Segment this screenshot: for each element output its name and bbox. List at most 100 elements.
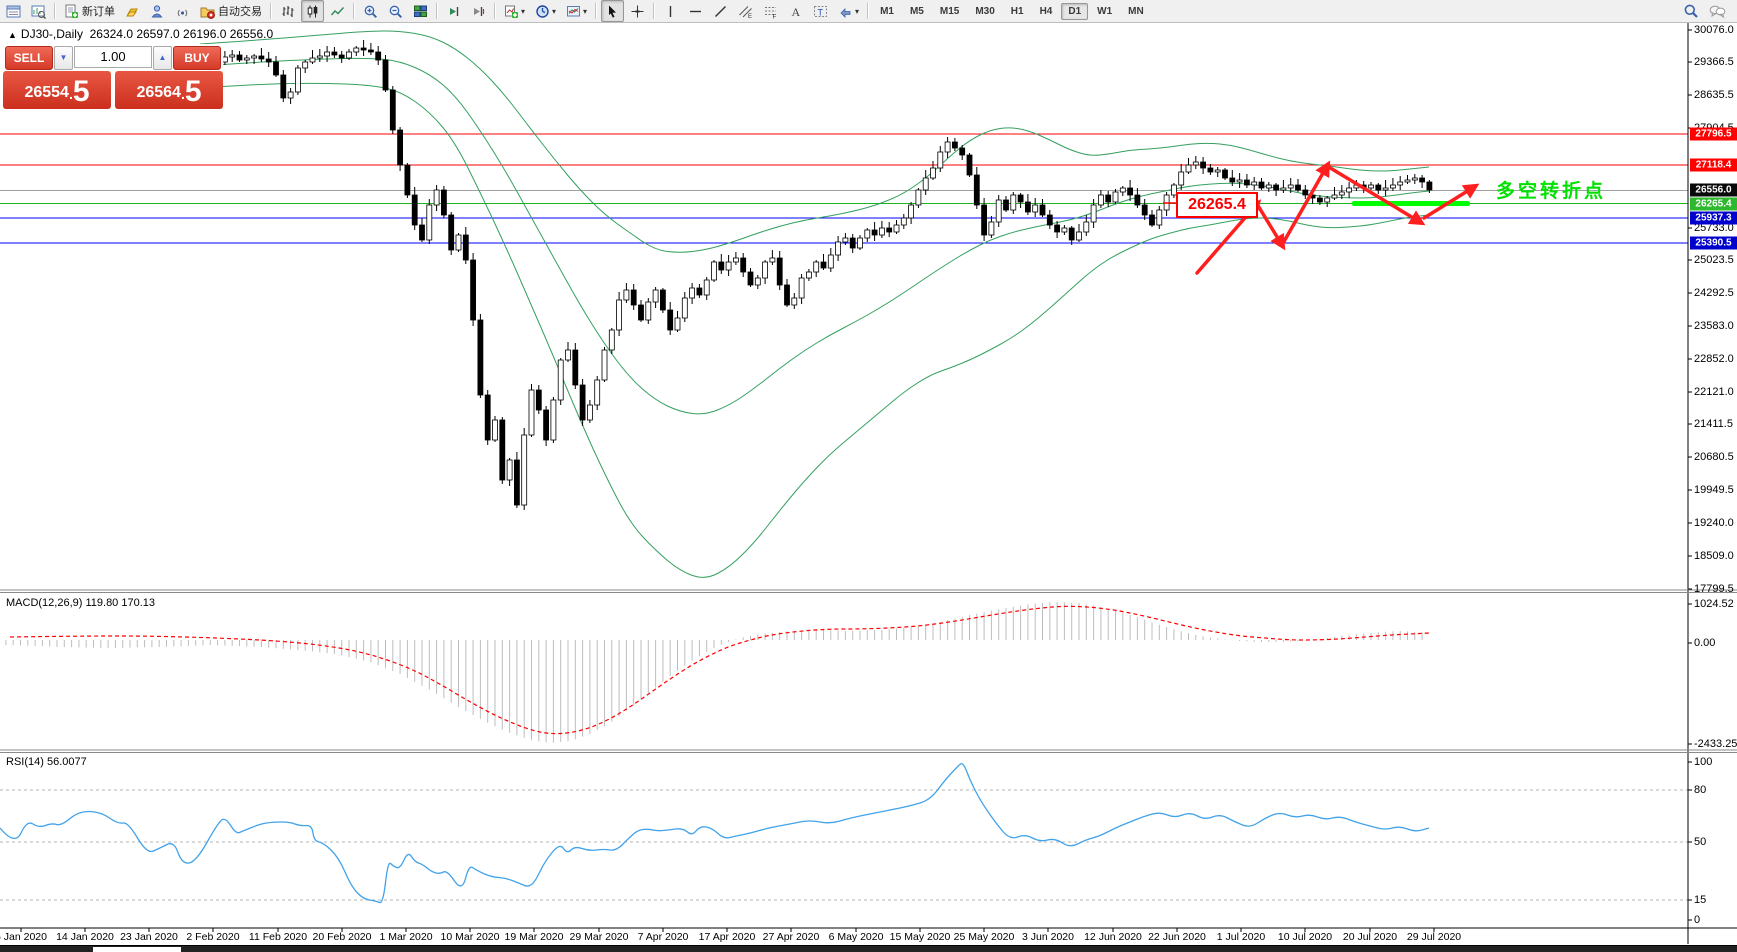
expert-advisors-icon[interactable]	[146, 0, 169, 22]
market-depth-icon[interactable]	[121, 0, 144, 22]
chart-canvas[interactable]	[0, 0, 1737, 952]
timeframe-h4-button[interactable]: H4	[1033, 3, 1060, 20]
timeframe-m1-button[interactable]: M1	[873, 3, 901, 20]
rsi-tick-label: 15	[1694, 894, 1706, 906]
chart-shift-button[interactable]	[467, 0, 490, 22]
price-badge: 25937.3	[1690, 212, 1737, 225]
signals-icon[interactable]	[171, 0, 194, 22]
date-tick-label: 29 Mar 2020	[570, 931, 629, 943]
timeframe-h1-button[interactable]: H1	[1004, 3, 1031, 20]
fibo-icon: F	[763, 4, 778, 19]
profiles-window-icon[interactable]	[2, 0, 25, 22]
toolbar-separator	[494, 3, 496, 19]
price-tick-label: 23583.0	[1694, 320, 1734, 332]
date-tick-label: 1 Mar 2020	[379, 931, 432, 943]
date-tick-label: 6 Jan 2020	[0, 931, 47, 943]
equidistant-channel-tool[interactable]: E	[734, 0, 757, 22]
chat-icon[interactable]	[1705, 0, 1730, 22]
date-tick-label: 29 Jul 2020	[1407, 931, 1461, 943]
chart-title: ▲DJ30-,Daily 26324.0 26597.0 26196.0 265…	[8, 27, 273, 41]
date-tick-label: 19 Mar 2020	[505, 931, 564, 943]
autotrading-button[interactable]: 自动交易	[196, 0, 266, 22]
textlabel-icon: T	[813, 4, 828, 19]
templates-button[interactable]: ▾	[562, 0, 591, 22]
date-tick-label: 1 Jul 2020	[1217, 931, 1265, 943]
text-label-tool[interactable]: T	[809, 0, 832, 22]
dropdown-caret-icon[interactable]: ▾	[583, 7, 587, 16]
crosshair-icon	[630, 4, 645, 19]
auto-scroll-button[interactable]	[442, 0, 465, 22]
timeframe-w1-button[interactable]: W1	[1090, 3, 1119, 20]
macd-tick-label: 0.00	[1694, 637, 1715, 649]
toolbar-separator	[595, 3, 597, 19]
new-chart-icon[interactable]	[27, 0, 50, 22]
sell-price-int: 26554	[24, 80, 69, 106]
toolbar-separator	[653, 3, 655, 19]
timeframe-mn-button[interactable]: MN	[1121, 3, 1151, 20]
candlestick-chart-button[interactable]	[301, 0, 324, 22]
dropdown-caret-icon[interactable]: ▾	[521, 7, 525, 16]
crosshair-tool-button[interactable]	[626, 0, 649, 22]
clock-icon	[535, 4, 550, 19]
svg-text:A: A	[792, 5, 801, 19]
volume-input[interactable]: 1.00	[74, 46, 152, 68]
sell-button[interactable]: SELL	[5, 46, 53, 70]
svg-text:F: F	[773, 14, 777, 19]
date-tick-label: 27 Apr 2020	[763, 931, 820, 943]
price-tick-label: 22852.0	[1694, 353, 1734, 365]
search-icon[interactable]	[1679, 0, 1703, 22]
indicators-button[interactable]: ▾	[500, 0, 529, 22]
date-tick-label: 17 Apr 2020	[699, 931, 756, 943]
vertical-line-tool[interactable]	[659, 0, 682, 22]
symbol-period-label: DJ30-,Daily	[21, 27, 83, 41]
horizontal-line-tool[interactable]	[684, 0, 707, 22]
tile-windows-button[interactable]	[409, 0, 432, 22]
price-tick-label: 17799.5	[1694, 583, 1734, 595]
price-badge: 27118.4	[1690, 159, 1737, 172]
line-chart-button[interactable]	[326, 0, 349, 22]
price-badge: 26265.4	[1690, 198, 1737, 211]
mt4-window: 新订单 自动交易 ▾ ▾ ▾ E F AT ▾ M1M5M15M30H1H4D1W1MN ▲ DJ3…	[0, 0, 1737, 952]
zoomin-icon	[363, 4, 378, 19]
timeframe-m5-button[interactable]: M5	[903, 3, 931, 20]
zoom-out-button[interactable]	[384, 0, 407, 22]
sell-price-dec: 5	[73, 78, 90, 106]
volume-up-stepper[interactable]: ▲	[153, 46, 172, 70]
scrollbar-thumb[interactable]	[93, 947, 181, 952]
date-tick-label: 14 Jan 2020	[56, 931, 114, 943]
gold-icon	[125, 4, 140, 19]
autoscroll-icon	[446, 4, 461, 19]
buy-button[interactable]: BUY	[173, 46, 221, 70]
macd-indicator-label: MACD(12,26,9) 119.80 170.13	[6, 597, 155, 609]
horizontal-scrollbar[interactable]	[0, 945, 1737, 952]
tiles-icon	[413, 4, 428, 19]
timeframe-m15-button[interactable]: M15	[933, 3, 966, 20]
autotrading-button-label: 自动交易	[218, 3, 262, 19]
text-tool[interactable]: A	[784, 0, 807, 22]
sell-price-button[interactable]: 26554 . 5	[3, 71, 111, 109]
linechart-icon	[330, 4, 345, 19]
toolbar-separator	[54, 3, 56, 19]
new-order-button[interactable]: 新订单	[60, 0, 119, 22]
trendline-tool[interactable]	[709, 0, 732, 22]
periods-button[interactable]: ▾	[531, 0, 560, 22]
buy-price-button[interactable]: 26564 . 5	[115, 71, 223, 109]
price-tick-label: 29366.5	[1694, 56, 1734, 68]
arrows-tool[interactable]: ▾	[834, 0, 863, 22]
volume-down-stepper[interactable]: ▼	[54, 46, 73, 70]
date-tick-label: 20 Feb 2020	[313, 931, 372, 943]
cursor-tool-button[interactable]	[601, 0, 624, 22]
trend-icon	[713, 4, 728, 19]
buy-price-int: 26564	[136, 80, 181, 106]
timeframe-m30-button[interactable]: M30	[968, 3, 1001, 20]
dropdown-caret-icon[interactable]: ▾	[552, 7, 556, 16]
fibonacci-tool[interactable]: F	[759, 0, 782, 22]
bar-chart-button[interactable]	[276, 0, 299, 22]
zoom-in-button[interactable]	[359, 0, 382, 22]
timeframe-d1-button[interactable]: D1	[1061, 3, 1088, 20]
neworder-icon	[64, 4, 79, 19]
dropdown-caret-icon[interactable]: ▾	[855, 7, 859, 16]
symbol-collapse-icon[interactable]: ▲	[8, 30, 17, 40]
date-tick-label: 7 Apr 2020	[638, 931, 689, 943]
cursor-icon	[605, 4, 620, 19]
